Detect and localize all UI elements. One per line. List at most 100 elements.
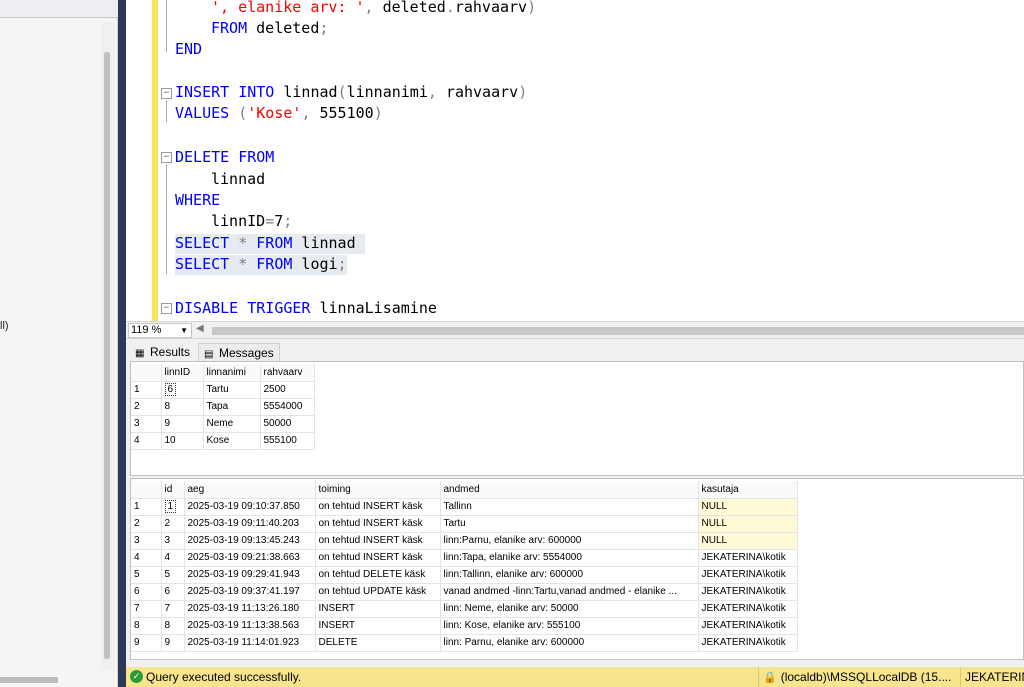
grid-cell[interactable]: Tartu — [440, 515, 699, 533]
grid-cell[interactable]: 2500 — [260, 381, 315, 399]
grid-cell[interactable]: linn:Tapa, elanike arv: 5554000 — [440, 549, 699, 567]
grid-cell[interactable]: 9 — [161, 634, 185, 652]
table-row[interactable]: 2 2 2025-03-19 09:11:40.203 on tehtud INSER… — [131, 515, 798, 533]
code-line[interactable]: WHERE — [175, 191, 220, 211]
column-header[interactable]: linnanimi — [203, 364, 261, 382]
code-line[interactable]: linnad — [211, 170, 265, 190]
row-number[interactable]: 2 — [131, 515, 162, 533]
grid-cell[interactable]: 3 — [161, 532, 185, 550]
grid-cell[interactable]: linn:Tallinn, elanike arv: 600000 — [440, 566, 699, 584]
code-line[interactable]: END — [175, 40, 202, 60]
chevron-down-icon[interactable]: ▼ — [180, 324, 188, 337]
grid-cell[interactable]: 7 — [161, 600, 185, 618]
column-header[interactable]: id — [161, 481, 185, 499]
grid-cell[interactable]: 555100 — [260, 432, 315, 450]
grid-cell[interactable]: 2025-03-19 09:29:41.943 — [184, 566, 316, 584]
grid-cell[interactable]: 4 — [161, 549, 185, 567]
grid-cell[interactable]: linn: Parnu, elanike arv: 600000 — [440, 634, 699, 652]
results-grid-logi[interactable]: id aeg toiming andmed kasutaja 1 1 2025-03-19 0… — [130, 478, 1024, 660]
row-number[interactable]: 2 — [131, 398, 162, 416]
grid-cell[interactable]: 6 — [161, 381, 204, 399]
grid-cell[interactable]: 5 — [161, 566, 185, 584]
grid-cell[interactable]: 9 — [161, 415, 204, 433]
grid-cell[interactable]: 2025-03-19 09:13:45.243 — [184, 532, 316, 550]
grid-cell[interactable]: Neme — [203, 415, 261, 433]
row-number[interactable]: 6 — [131, 583, 162, 601]
grid-cell[interactable]: on tehtud INSERT käsk — [315, 532, 441, 550]
grid-cell[interactable]: 2025-03-19 09:37:41.197 — [184, 583, 316, 601]
grid-cell[interactable]: on tehtud UPDATE käsk — [315, 583, 441, 601]
editor-hscroll-thumb[interactable] — [212, 327, 1024, 335]
column-header[interactable]: aeg — [184, 481, 316, 499]
query-editor[interactable]: − − − ', elanike arv: ', deleted.rahvaar… — [126, 0, 1024, 321]
table-row[interactable]: 4 4 2025-03-19 09:21:38.663 on tehtud INSER… — [131, 549, 798, 567]
code-line[interactable]: FROM deleted; — [211, 19, 328, 39]
grid-cell[interactable]: NULL — [698, 515, 798, 533]
grid-cell[interactable]: 2025-03-19 09:21:38.663 — [184, 549, 316, 567]
column-header[interactable]: toiming — [315, 481, 441, 499]
object-explorer-tree-text[interactable]: ll) — [0, 320, 9, 332]
code-line[interactable]: DELETE FROM — [175, 148, 274, 168]
table-row[interactable]: 6 6 2025-03-19 09:37:41.197 on tehtud UPDAT… — [131, 583, 798, 601]
grid-cell[interactable]: 8 — [161, 398, 204, 416]
grid-cell[interactable]: linn: Kose, elanike arv: 555100 — [440, 617, 699, 635]
object-explorer-scroll-thumb[interactable] — [104, 52, 110, 659]
table-row[interactable]: 3 9 Neme 50000 — [131, 415, 315, 433]
grid-cell[interactable]: INSERT — [315, 617, 441, 635]
grid-cell[interactable]: 10 — [161, 432, 204, 450]
grid-cell[interactable]: JEKATERINA\kotik — [698, 617, 798, 635]
tab-results[interactable]: ▦ Results — [130, 343, 196, 362]
collapse-icon[interactable]: − — [161, 88, 172, 99]
grid-cell[interactable]: JEKATERINA\kotik — [698, 583, 798, 601]
grid-cell[interactable]: Tartu — [203, 381, 261, 399]
grid-cell[interactable]: 2025-03-19 11:13:38.563 — [184, 617, 316, 635]
row-number[interactable]: 9 — [131, 634, 162, 652]
tab-messages[interactable]: ▤ Messages — [198, 343, 280, 362]
grid-cell[interactable]: 2 — [161, 515, 185, 533]
object-explorer-hscroll-thumb[interactable] — [0, 677, 58, 683]
grid-cell[interactable]: NULL — [698, 532, 798, 550]
row-number[interactable]: 1 — [131, 498, 162, 516]
grid-cell[interactable]: 2025-03-19 09:11:40.203 — [184, 515, 316, 533]
column-header[interactable]: linnID — [161, 364, 204, 382]
code-line-selected[interactable]: SELECT * FROM linnad — [175, 234, 365, 254]
grid-cell[interactable]: NULL — [698, 498, 798, 516]
grid-corner[interactable] — [131, 364, 162, 382]
row-number[interactable]: 3 — [131, 532, 162, 550]
column-header[interactable]: kasutaja — [698, 481, 798, 499]
pane-divider[interactable] — [118, 0, 126, 687]
grid-cell[interactable]: Kose — [203, 432, 261, 450]
grid-cell[interactable]: Tapa — [203, 398, 261, 416]
grid-cell[interactable]: 2025-03-19 11:13:26.180 — [184, 600, 316, 618]
table-row[interactable]: 1 1 2025-03-19 09:10:37.850 on tehtud INSER… — [131, 498, 798, 516]
code-line[interactable]: DISABLE TRIGGER linnaLisamine — [175, 299, 437, 319]
row-number[interactable]: 8 — [131, 617, 162, 635]
grid-cell[interactable]: INSERT — [315, 600, 441, 618]
grid-cell[interactable]: linn: Neme, elanike arv: 50000 — [440, 600, 699, 618]
column-header[interactable]: rahvaarv — [260, 364, 315, 382]
scroll-left-icon[interactable]: ◀ — [196, 323, 204, 334]
grid-cell[interactable]: on tehtud INSERT käsk — [315, 549, 441, 567]
grid-cell[interactable]: 2025-03-19 11:14:01.923 — [184, 634, 316, 652]
grid-cell[interactable]: vanad andmed -linn:Tartu,vanad andmed - … — [440, 583, 699, 601]
table-row[interactable]: 7 7 2025-03-19 11:13:26.180 INSERT linn: Nem… — [131, 600, 798, 618]
table-row[interactable]: 1 6 Tartu 2500 — [131, 381, 315, 399]
table-row[interactable]: 3 3 2025-03-19 09:13:45.243 on tehtud INSER… — [131, 532, 798, 550]
grid-cell[interactable]: on tehtud INSERT käsk — [315, 498, 441, 516]
row-number[interactable]: 4 — [131, 549, 162, 567]
grid-cell[interactable]: 6 — [161, 583, 185, 601]
row-number[interactable]: 7 — [131, 600, 162, 618]
grid-cell[interactable]: 5554000 — [260, 398, 315, 416]
grid-cell[interactable]: JEKATERINA\kotik — [698, 566, 798, 584]
grid-cell[interactable]: JEKATERINA\kotik — [698, 549, 798, 567]
grid-cell[interactable]: 50000 — [260, 415, 315, 433]
grid-cell[interactable]: 8 — [161, 617, 185, 635]
table-row[interactable]: 9 9 2025-03-19 11:14:01.923 DELETE linn: Par… — [131, 634, 798, 652]
row-number[interactable]: 5 — [131, 566, 162, 584]
code-line-selected[interactable]: SELECT * FROM logi; — [175, 255, 347, 275]
grid-cell[interactable]: 1 — [161, 498, 185, 516]
grid-cell[interactable]: on tehtud INSERT käsk — [315, 515, 441, 533]
grid-cell[interactable]: linn:Parnu, elanike arv: 600000 — [440, 532, 699, 550]
table-row[interactable]: 2 8 Tapa 5554000 — [131, 398, 315, 416]
row-number[interactable]: 1 — [131, 381, 162, 399]
